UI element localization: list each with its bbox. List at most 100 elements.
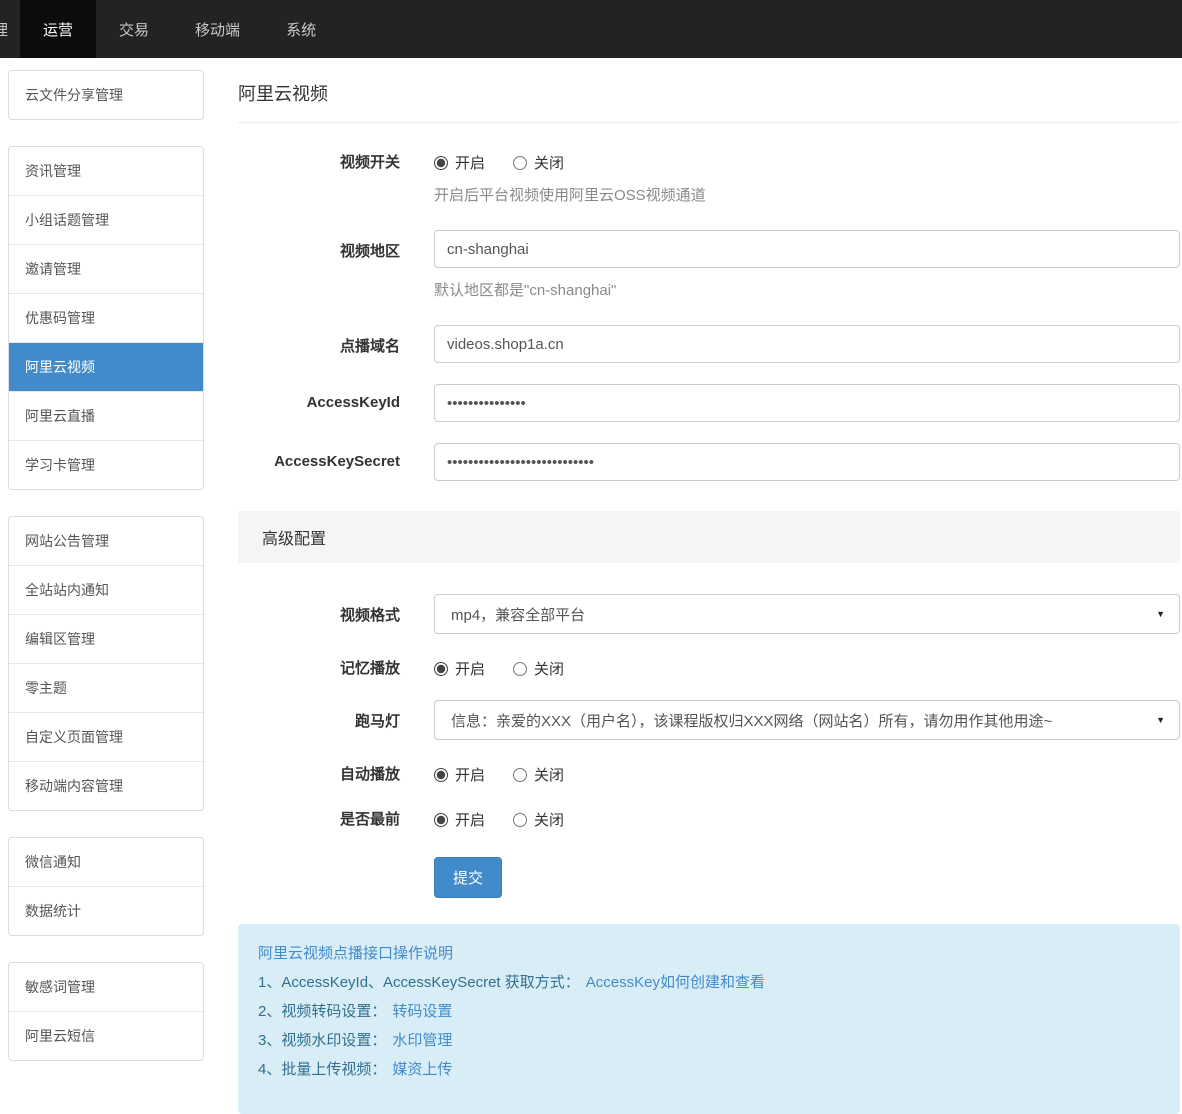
sidebar-item-label: 学习卡管理 — [25, 457, 95, 473]
help-info-link[interactable]: 转码设置 — [392, 1003, 452, 1020]
always-front-on-option[interactable]: 开启 — [434, 809, 485, 830]
main-content: 阿里云视频 视频开关 开启 关闭 开启后平台视频使用阿里云OSS视频通道 视频地… — [238, 58, 1182, 1114]
sidebar-group-content: 资讯管理 小组话题管理 邀请管理 优惠码管理 阿里云视频 阿里云直播 学习卡管理 — [8, 146, 204, 490]
auto-play-off-option[interactable]: 关闭 — [513, 764, 564, 785]
form-row-marquee: 跑马灯 信息：亲爱的XXX（用户名），该课程版权归XXX网络（网站名）所有，请勿… — [238, 700, 1180, 740]
video-format-select[interactable]: mp4，兼容全部平台 ▼ — [434, 594, 1180, 634]
sidebar-item[interactable]: 阿里云直播 — [9, 391, 203, 440]
access-key-id-input[interactable] — [434, 384, 1180, 422]
submit-button[interactable]: 提交 — [434, 857, 503, 898]
region-label: 视频地区 — [339, 243, 400, 260]
video-switch-on-radio[interactable] — [434, 155, 448, 170]
top-nav-item[interactable]: 系统 — [263, 0, 339, 58]
video-switch-radio-group: 开启 关闭 — [434, 149, 1180, 173]
form-row-access-key-id: AccessKeyId — [238, 384, 1180, 422]
memory-play-on-option[interactable]: 开启 — [434, 658, 485, 679]
sidebar-item[interactable]: 编辑区管理 — [9, 614, 203, 663]
sidebar-group-site: 网站公告管理 全站站内通知 编辑区管理 零主题 自定义页面管理 移动端内容管理 — [8, 516, 204, 811]
sidebar-item[interactable]: 小组话题管理 — [9, 195, 203, 244]
advanced-section-header: 高级配置 — [238, 511, 1180, 563]
memory-play-on-radio[interactable] — [434, 661, 448, 676]
form-row-access-key-secret: AccessKeySecret — [238, 443, 1180, 481]
top-navbar: 理 运营 交易 移动端 系统 — [0, 0, 1182, 58]
sidebar-item[interactable]: 阿里云短信 — [9, 1011, 203, 1060]
always-front-label: 是否最前 — [339, 811, 400, 828]
auto-play-on-radio[interactable] — [434, 767, 448, 782]
auto-play-off-radio[interactable] — [513, 767, 528, 782]
video-switch-off-radio[interactable] — [513, 155, 528, 170]
access-key-secret-label: AccessKeySecret — [274, 453, 400, 470]
form-row-video-switch: 视频开关 开启 关闭 开启后平台视频使用阿里云OSS视频通道 — [238, 149, 1180, 209]
sidebar-item[interactable]: 零主题 — [9, 663, 203, 712]
sidebar-item[interactable]: 学习卡管理 — [9, 440, 203, 489]
sidebar-item[interactable]: 自定义页面管理 — [9, 712, 203, 761]
sidebar-item-label: 移动端内容管理 — [25, 778, 123, 794]
play-domain-label: 点播域名 — [339, 338, 400, 355]
help-info-line: 3、视频水印设置： 水印管理 — [258, 1026, 1160, 1055]
video-switch-off-option[interactable]: 关闭 — [513, 152, 564, 173]
sidebar-item[interactable]: 数据统计 — [9, 886, 203, 935]
sidebar-item[interactable]: 移动端内容管理 — [9, 761, 203, 810]
top-nav-item-label: 理 — [0, 21, 9, 39]
top-nav-item[interactable]: 理 — [0, 0, 20, 58]
form-row-region: 视频地区 默认地区都是"cn-shanghai" — [238, 230, 1180, 304]
auto-play-label: 自动播放 — [339, 766, 400, 783]
sidebar-item[interactable]: 微信通知 — [9, 838, 203, 886]
memory-play-off-option[interactable]: 关闭 — [513, 658, 564, 679]
top-nav-item-label: 系统 — [286, 21, 317, 39]
region-hint: 默认地区都是"cn-shanghai" — [434, 282, 617, 299]
memory-play-off-radio[interactable] — [513, 661, 528, 676]
top-nav-item[interactable]: 移动端 — [172, 0, 263, 58]
radio-option-label: 开启 — [455, 155, 486, 172]
help-info-title: 阿里云视频点播接口操作说明 — [258, 945, 454, 962]
help-info-link[interactable]: 媒资上传 — [392, 1061, 452, 1078]
video-switch-label: 视频开关 — [339, 154, 400, 171]
sidebar-group-notify: 微信通知 数据统计 — [8, 837, 204, 936]
play-domain-input[interactable] — [434, 325, 1180, 363]
always-front-off-option[interactable]: 关闭 — [513, 809, 564, 830]
sidebar-item-label: 自定义页面管理 — [25, 729, 123, 745]
sidebar-item[interactable]: 敏感词管理 — [9, 963, 203, 1011]
sidebar-item[interactable]: 云文件分享管理 — [9, 71, 203, 119]
sidebar-item-label: 资讯管理 — [25, 163, 81, 179]
sidebar-item[interactable]: 阿里云视频 — [9, 342, 203, 391]
marquee-value: 信息：亲爱的XXX（用户名），该课程版权归XXX网络（网站名）所有，请勿用作其他… — [451, 712, 1053, 730]
video-switch-on-option[interactable]: 开启 — [434, 152, 485, 173]
always-front-on-radio[interactable] — [434, 812, 448, 827]
help-info-link[interactable]: 水印管理 — [392, 1032, 452, 1049]
top-nav-item[interactable]: 交易 — [96, 0, 172, 58]
help-info-link[interactable]: AccessKey如何创建和查看 — [586, 974, 765, 991]
radio-option-label: 开启 — [455, 767, 486, 784]
form-row-auto-play: 自动播放 开启 关闭 — [238, 761, 1180, 785]
sidebar-group-misc: 敏感词管理 阿里云短信 — [8, 962, 204, 1061]
auto-play-on-option[interactable]: 开启 — [434, 764, 485, 785]
region-input[interactable] — [434, 230, 1180, 268]
sidebar-item-label: 微信通知 — [25, 854, 81, 870]
always-front-off-radio[interactable] — [513, 812, 528, 827]
top-nav-item[interactable]: 运营 — [20, 0, 97, 58]
form-row-always-front: 是否最前 开启 关闭 — [238, 806, 1180, 830]
memory-play-radio-group: 开启 关闭 — [434, 655, 1180, 679]
sidebar-item-label: 全站站内通知 — [25, 582, 109, 598]
sidebar-item[interactable]: 资讯管理 — [9, 147, 203, 195]
top-nav-item-label: 交易 — [119, 21, 150, 39]
radio-option-label: 关闭 — [534, 155, 565, 172]
sidebar-item-label: 数据统计 — [25, 903, 81, 919]
aliyun-video-form: 视频开关 开启 关闭 开启后平台视频使用阿里云OSS视频通道 视频地区 cn-s… — [238, 149, 1180, 898]
always-front-radio-group: 开启 关闭 — [434, 806, 1180, 830]
sidebar-item-label: 小组话题管理 — [25, 212, 109, 228]
sidebar-item[interactable]: 邀请管理 — [9, 244, 203, 293]
sidebar-item[interactable]: 全站站内通知 — [9, 565, 203, 614]
access-key-secret-input[interactable] — [434, 443, 1180, 481]
sidebar-item-label: 敏感词管理 — [25, 979, 95, 995]
sidebar-item[interactable]: 优惠码管理 — [9, 293, 203, 342]
sidebar-item[interactable]: 网站公告管理 — [9, 517, 203, 565]
page-title: 阿里云视频 — [238, 72, 1180, 123]
chevron-down-icon: ▼ — [1156, 715, 1165, 725]
marquee-label: 跑马灯 — [354, 713, 400, 730]
video-format-value: mp4，兼容全部平台 — [451, 606, 586, 624]
help-info-lines: 1、AccessKeyId、AccessKeySecret 获取方式： Acces… — [258, 968, 1160, 1084]
marquee-select[interactable]: 信息：亲爱的XXX（用户名），该课程版权归XXX网络（网站名）所有，请勿用作其他… — [434, 700, 1180, 740]
sidebar-group-cloud-files: 云文件分享管理 — [8, 70, 204, 120]
sidebar-item-label: 阿里云视频 — [25, 359, 95, 375]
